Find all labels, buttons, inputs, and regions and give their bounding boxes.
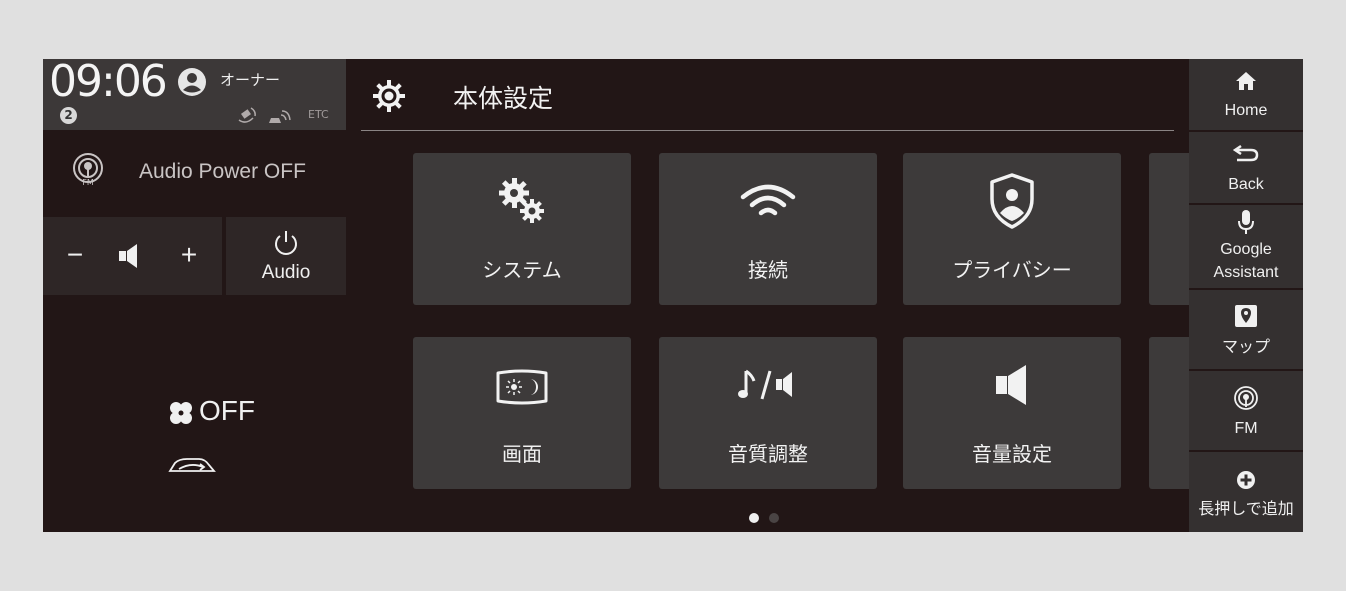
tile-volume-settings[interactable]: 音量設定	[903, 337, 1121, 489]
dock-google-assistant-button[interactable]: Google Assistant	[1189, 205, 1303, 288]
notification-badge[interactable]: 2	[60, 107, 77, 124]
add-icon	[1237, 471, 1255, 489]
tile-label: 画面	[502, 442, 542, 466]
volume-control: − +	[43, 217, 222, 295]
user-icon[interactable]	[177, 67, 207, 97]
audio-power-label: Audio	[261, 262, 311, 283]
page-dot[interactable]	[769, 513, 779, 523]
user-label[interactable]: オーナー	[220, 69, 280, 90]
tile-display[interactable]: 画面	[413, 337, 631, 489]
dock-label: 長押しで追加	[1198, 501, 1294, 518]
dock-home-button[interactable]: Home	[1189, 59, 1303, 130]
tile-privacy[interactable]: プライバシー	[903, 153, 1121, 305]
back-icon	[1233, 144, 1259, 162]
power-icon	[275, 231, 297, 255]
fan-icon	[170, 402, 192, 424]
audio-status-text: Audio Power OFF	[139, 160, 306, 183]
status-bar: 09:06 オーナー 2 ETC	[43, 59, 346, 130]
dock-label: マップ	[1221, 339, 1270, 356]
etc-indicator: ETC	[308, 108, 329, 121]
tile-next-page-stub[interactable]	[1149, 337, 1189, 489]
dock-label: Back	[1228, 176, 1264, 193]
air-recirculation-icon[interactable]	[167, 453, 217, 477]
volume-up-button[interactable]: +	[179, 239, 199, 271]
fm-radio-icon: FM	[73, 153, 103, 187]
dock-map-button[interactable]: マップ	[1189, 290, 1303, 369]
car-connect-icon	[269, 110, 291, 123]
head-unit-screen: 09:06 オーナー 2 ETC FM Audio Power OFF − + …	[43, 59, 1303, 532]
microphone-icon	[1238, 210, 1254, 234]
fm-icon	[1234, 386, 1258, 410]
tile-label: 音質調整	[728, 442, 808, 466]
volume-down-button[interactable]: −	[65, 239, 85, 271]
dock-label: FM	[1234, 420, 1258, 437]
svg-text:FM: FM	[82, 178, 94, 187]
dock-label-line2: Assistant	[1213, 264, 1279, 281]
tile-label: 音量設定	[972, 442, 1052, 466]
volume-icon	[996, 365, 1026, 405]
gears-icon	[499, 178, 544, 223]
gps-signal-icon	[238, 107, 256, 123]
dock-add-shortcut-button[interactable]: 長押しで追加	[1189, 452, 1303, 532]
page-dot-active[interactable]	[749, 513, 759, 523]
shortcut-dock: Home Back Google Assistant マップ FM 長押しで追加	[1189, 59, 1303, 532]
tile-label: システム	[482, 258, 562, 282]
speaker-icon	[119, 244, 137, 268]
sound-quality-icon	[738, 369, 792, 400]
dock-label: Home	[1224, 102, 1268, 119]
tile-label: プライバシー	[952, 258, 1072, 282]
audio-power-button[interactable]: Audio	[226, 217, 346, 295]
audio-source-row[interactable]: FM Audio Power OFF	[43, 147, 346, 197]
tile-next-page-stub[interactable]	[1149, 153, 1189, 305]
dock-label-line1: Google	[1220, 241, 1272, 258]
wifi-icon	[740, 184, 796, 216]
display-brightness-icon	[496, 369, 548, 405]
settings-gear-icon	[373, 80, 405, 112]
dock-fm-button[interactable]: FM	[1189, 371, 1303, 450]
dock-back-button[interactable]: Back	[1189, 132, 1303, 203]
page-title: 本体設定	[453, 84, 554, 113]
fan-status-label: OFF	[199, 395, 255, 426]
tile-label: 接続	[748, 258, 788, 282]
tile-sound-quality[interactable]: 音質調整	[659, 337, 877, 489]
header-divider	[361, 130, 1174, 131]
privacy-shield-icon	[990, 173, 1034, 229]
home-icon	[1236, 72, 1256, 90]
clock: 09:06	[49, 59, 168, 107]
map-icon	[1235, 305, 1257, 327]
tile-system[interactable]: システム	[413, 153, 631, 305]
tile-connection[interactable]: 接続	[659, 153, 877, 305]
